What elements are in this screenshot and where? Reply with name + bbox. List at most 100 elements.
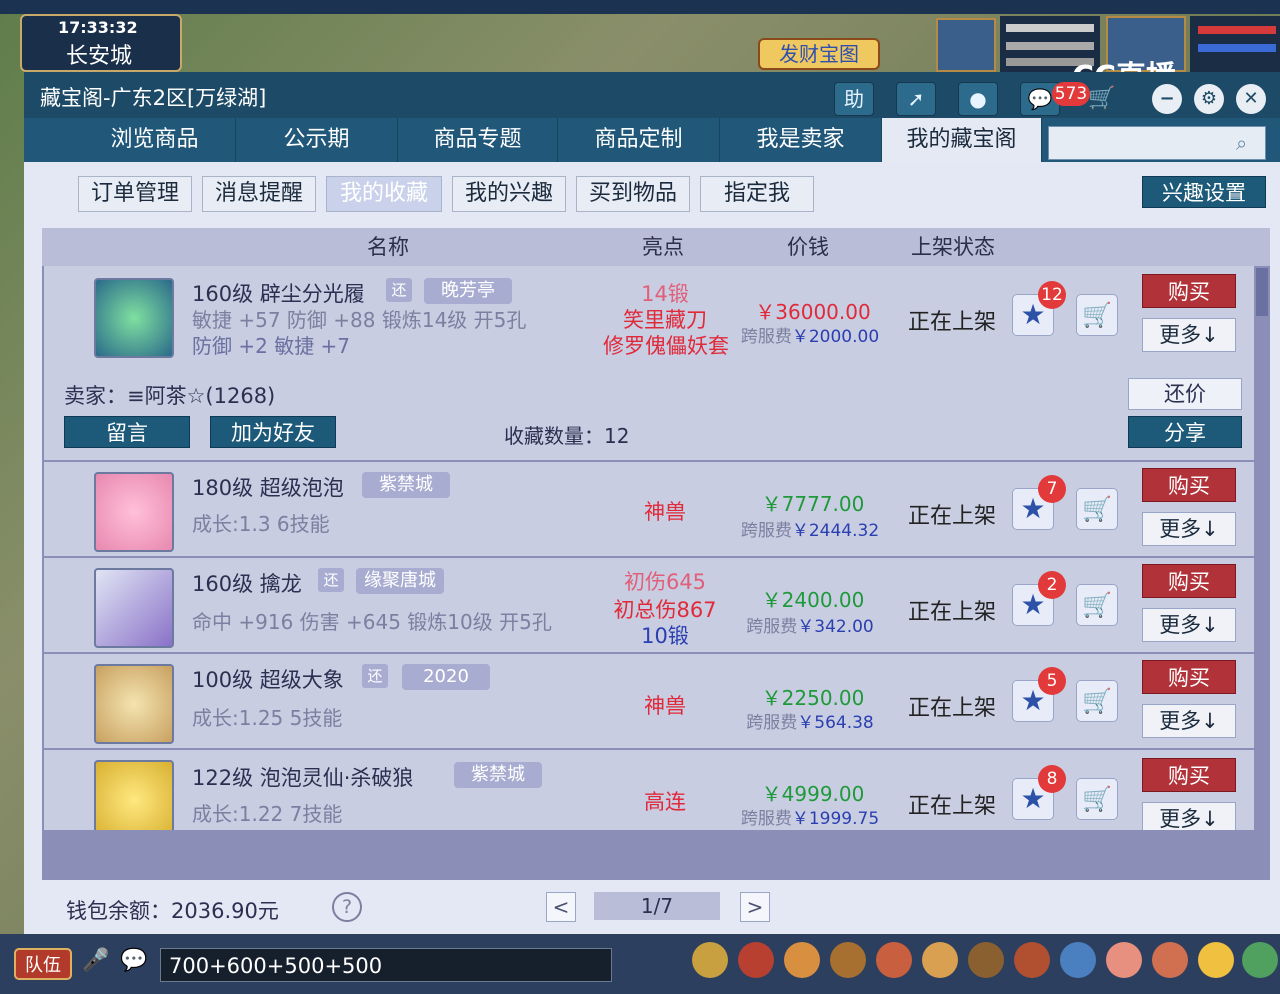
item-thumbnail-boots[interactable] (94, 278, 174, 358)
game-shortcut-icon[interactable] (1060, 942, 1096, 978)
item-thumbnail-spirit[interactable] (94, 760, 174, 830)
fee-label: 跨服费 (740, 327, 792, 347)
add-to-cart-button[interactable]: 🛒 (1076, 584, 1118, 626)
game-shortcut-icon[interactable] (876, 942, 912, 978)
counter-offer-button[interactable]: 还价 (1128, 378, 1242, 410)
help-button[interactable]: 助 (834, 82, 874, 116)
item-name[interactable]: 160级 擒龙 (192, 568, 302, 598)
fortune-map-button[interactable]: 发财宝图 (758, 38, 880, 70)
huan-tag: 还 (362, 664, 388, 688)
game-shortcut-icon[interactable] (968, 942, 1004, 978)
cart-icon[interactable]: 🛒 (1088, 86, 1118, 114)
item-name[interactable]: 122级 泡泡灵仙·杀破狼 (192, 762, 413, 792)
minimize-icon[interactable]: − (1152, 84, 1182, 114)
game-shortcut-icon[interactable] (922, 942, 958, 978)
leave-message-button[interactable]: 留言 (64, 416, 190, 448)
fee-value: ￥342.00 (797, 617, 874, 637)
item-thumbnail-pet[interactable] (94, 472, 174, 552)
help-circle-button[interactable]: ? (332, 892, 362, 922)
gear-icon[interactable]: ⚙ (1194, 84, 1224, 114)
item-name[interactable]: 180级 超级泡泡 (192, 472, 344, 502)
more-button[interactable]: 更多↓ (1142, 608, 1236, 642)
add-to-cart-button[interactable]: 🛒 (1076, 778, 1118, 820)
fee-value: ￥2444.32 (791, 521, 880, 541)
more-button[interactable]: 更多↓ (1142, 704, 1236, 738)
microphone-icon[interactable]: 🎤 (82, 948, 110, 980)
tab-public[interactable]: 公示期 (236, 118, 398, 162)
game-shortcut-icon[interactable] (784, 942, 820, 978)
header-name: 名称 (367, 235, 409, 259)
favorite-count-badge: 7 (1038, 475, 1066, 503)
fee-value: ￥2000.00 (791, 327, 880, 347)
subtab-reminders[interactable]: 消息提醒 (202, 176, 316, 212)
highlight-line: 高连 (644, 790, 686, 814)
item-detail: 成长:1.22 7技能 (192, 802, 343, 826)
record-icon[interactable]: ● (958, 82, 998, 116)
game-shortcut-icon[interactable] (1014, 942, 1050, 978)
tab-my-pavilion[interactable]: 我的藏宝阁 (882, 118, 1042, 162)
add-to-cart-button[interactable]: 🛒 (1076, 488, 1118, 530)
more-button[interactable]: 更多↓ (1142, 802, 1236, 830)
pet-portrait[interactable] (936, 18, 996, 72)
game-shortcut-icon[interactable] (1106, 942, 1142, 978)
team-button[interactable]: 队伍 (14, 948, 72, 980)
buy-button[interactable]: 购买 (1142, 564, 1236, 598)
cross-server-fee: 跨服费￥2000.00 (730, 322, 890, 347)
subtab-assigned[interactable]: 指定我 (700, 176, 814, 212)
highlight-line: 神兽 (644, 694, 686, 718)
tab-topics[interactable]: 商品专题 (398, 118, 558, 162)
seller-info[interactable]: 卖家：≡阿茶☆(1268) (64, 380, 275, 410)
game-shortcut-icon[interactable] (1152, 942, 1188, 978)
chat-input[interactable]: 700+600+500+500 (160, 948, 612, 982)
subtab-favorites[interactable]: 我的收藏 (326, 176, 442, 212)
buy-button[interactable]: 购买 (1142, 758, 1236, 792)
subtab-interests[interactable]: 我的兴趣 (452, 176, 566, 212)
search-input[interactable] (1048, 126, 1266, 160)
game-shortcut-icon[interactable] (1198, 942, 1234, 978)
listing-status: 正在上架 (907, 600, 996, 625)
highlight-line: 10锻 (641, 624, 689, 648)
cross-server-fee: 跨服费￥342.00 (730, 612, 890, 637)
window-title: 藏宝阁-广东2区[万绿湖] (40, 86, 267, 110)
add-friend-button[interactable]: 加为好友 (210, 416, 336, 448)
item-name[interactable]: 100级 超级大象 (192, 664, 344, 694)
more-button[interactable]: 更多↓ (1142, 512, 1236, 546)
close-icon[interactable]: ✕ (1236, 84, 1266, 114)
item-thumbnail-weapon[interactable] (94, 568, 174, 648)
subtab-orders[interactable]: 订单管理 (78, 176, 192, 212)
buy-button[interactable]: 购买 (1142, 660, 1236, 694)
game-shortcut-icon[interactable] (692, 942, 728, 978)
add-to-cart-button[interactable]: 🛒 (1076, 680, 1118, 722)
server-tag: 2020 (402, 664, 490, 690)
tab-seller[interactable]: 我是卖家 (720, 118, 882, 162)
game-time: 17:33:32 (58, 18, 138, 37)
game-shortcut-icon[interactable] (830, 942, 866, 978)
chat-bubble-icon[interactable]: 💬 (120, 948, 150, 980)
subtab-purchased[interactable]: 买到物品 (576, 176, 690, 212)
pointer-icon[interactable]: ➚ (896, 82, 936, 116)
header-price: 价钱 (787, 235, 829, 259)
item-thumbnail-elephant[interactable] (94, 664, 174, 744)
buy-button[interactable]: 购买 (1142, 274, 1236, 308)
page-indicator[interactable]: 1/7 (594, 892, 720, 920)
game-shortcut-icon[interactable] (738, 942, 774, 978)
header-status: 上架状态 (911, 235, 995, 259)
add-to-cart-button[interactable]: 🛒 (1076, 294, 1118, 336)
interest-settings-button[interactable]: 兴趣设置 (1142, 176, 1266, 208)
buy-button[interactable]: 购买 (1142, 468, 1236, 502)
listing-status: 正在上架 (907, 794, 996, 819)
tab-custom[interactable]: 商品定制 (558, 118, 720, 162)
search-icon[interactable]: ⌕ (1236, 131, 1260, 155)
huan-tag: 还 (318, 568, 344, 592)
tab-browse[interactable]: 浏览商品 (74, 118, 236, 162)
favorite-quantity: 收藏数量：12 (504, 424, 630, 448)
server-tag: 晚芳亭 (424, 278, 512, 304)
table-scrollbar[interactable] (1256, 268, 1268, 316)
item-price: ￥7777.00 (761, 492, 865, 516)
next-page-button[interactable]: > (740, 892, 770, 922)
game-shortcut-icon[interactable] (1242, 942, 1278, 978)
share-button[interactable]: 分享 (1128, 416, 1242, 448)
prev-page-button[interactable]: < (546, 892, 576, 922)
fee-label: 跨服费 (746, 713, 798, 733)
more-button[interactable]: 更多↓ (1142, 318, 1236, 352)
